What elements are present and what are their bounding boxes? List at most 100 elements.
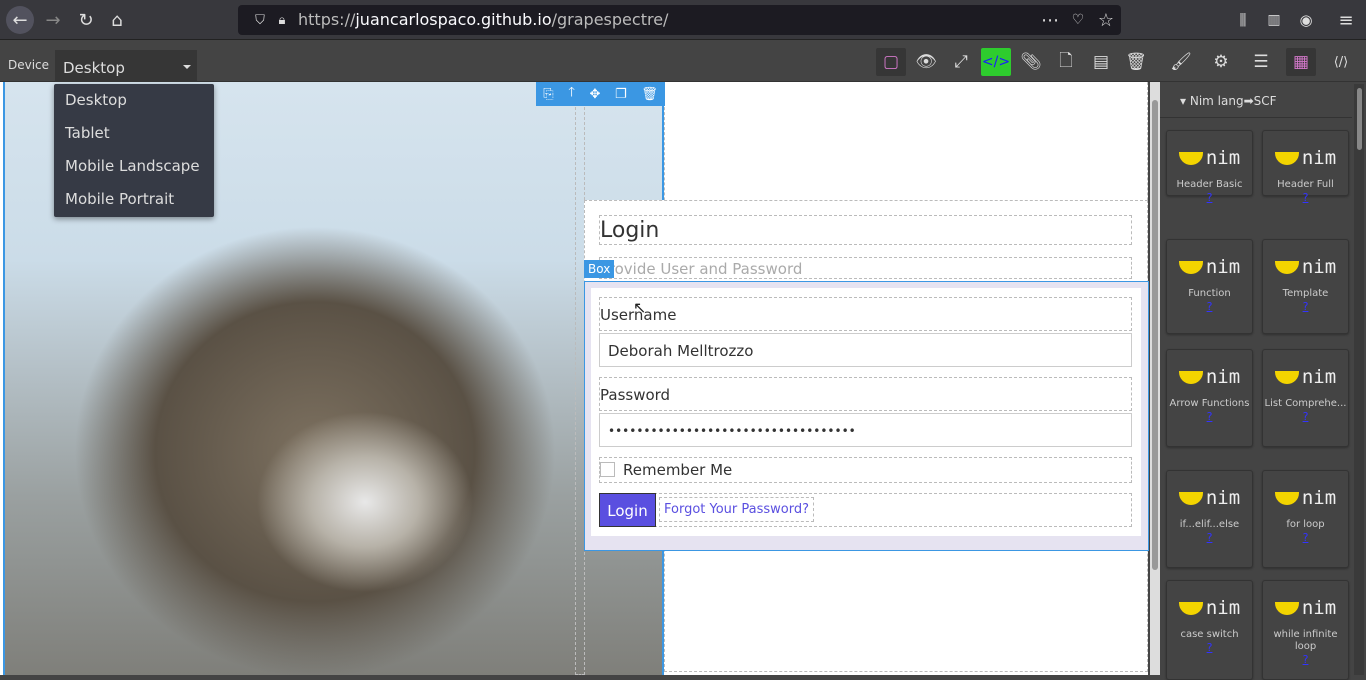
block-item[interactable]: nim Function? xyxy=(1166,239,1253,334)
login-title: Login xyxy=(599,215,1132,245)
preview-eye-icon[interactable]: 👁︎ xyxy=(911,48,941,76)
block-item[interactable]: nim case switch? xyxy=(1166,580,1253,680)
home-icon[interactable]: ⌂ xyxy=(103,6,131,34)
pocket-icon[interactable]: ♡ xyxy=(1064,6,1092,34)
block-category-title[interactable]: ▾ Nim lang➡SCF xyxy=(1160,84,1352,118)
layers-icon[interactable]: ☰ xyxy=(1246,48,1276,76)
component-toolbar: ⎘ 🡑 ✥ ❐ 🗑︎ xyxy=(536,82,665,106)
file-icon[interactable]: 🗋 xyxy=(1051,48,1081,76)
login-subtitle: Provide User and Password xyxy=(599,257,1132,279)
nim-logo-text: nim xyxy=(1205,366,1241,388)
remember-checkbox[interactable] xyxy=(600,462,615,477)
brush-icon[interactable]: 🖌︎ xyxy=(1166,48,1196,76)
nim-logo-text: nim xyxy=(1301,487,1337,509)
sidebar-icon[interactable]: ▥ xyxy=(1260,6,1288,34)
help-link[interactable]: ? xyxy=(1167,641,1252,654)
help-link[interactable]: ? xyxy=(1167,531,1252,544)
more-icon[interactable]: ⋯ xyxy=(1036,6,1064,34)
forward-icon[interactable]: → xyxy=(39,6,67,34)
password-input[interactable]: ••••••••••••••••••••••••••••••••••• xyxy=(599,413,1132,447)
block-label: Template xyxy=(1282,288,1329,299)
block-label: Header Full xyxy=(1277,179,1334,190)
crown-icon xyxy=(1178,370,1203,384)
nim-logo-text: nim xyxy=(1205,487,1241,509)
panel-scroll-thumb[interactable] xyxy=(1357,88,1362,150)
nim-logo-text: nim xyxy=(1205,256,1241,278)
forgot-password-link[interactable]: Forgot Your Password? xyxy=(659,497,815,522)
username-input[interactable]: Deborah Melltrozzo xyxy=(599,333,1132,367)
block-label: Arrow Functions xyxy=(1169,398,1250,409)
block-label: while infinite loop xyxy=(1273,629,1338,652)
nim-logo-icon: nim xyxy=(1263,256,1348,278)
block-label: Header Basic xyxy=(1176,179,1243,190)
username-label: Username xyxy=(599,297,1132,331)
code-file-icon[interactable]: ⟨/⟩ xyxy=(1326,48,1356,76)
crown-icon xyxy=(1274,151,1299,165)
trash-icon[interactable]: 🗑︎ xyxy=(1121,48,1151,76)
block-item[interactable]: nim Template? xyxy=(1262,239,1349,334)
sw-visibility-icon[interactable]: ▢ xyxy=(876,48,906,76)
block-label: if...elif...else xyxy=(1179,519,1240,530)
nim-logo-icon: nim xyxy=(1167,147,1252,169)
help-link[interactable]: ? xyxy=(1167,410,1252,423)
block-item[interactable]: nim Header Basic? xyxy=(1166,130,1253,204)
account-icon[interactable]: ◉ xyxy=(1292,6,1320,34)
code-file-icon[interactable]: ⎘ xyxy=(543,87,553,102)
crown-icon xyxy=(1274,601,1299,615)
blocks-icon[interactable]: ▦ xyxy=(1286,48,1316,76)
url-scheme: https:// xyxy=(298,10,356,29)
block-item[interactable]: nim if...elif...else? xyxy=(1166,470,1253,568)
device-option-mobile-landscape[interactable]: Mobile Landscape xyxy=(54,150,214,183)
help-link[interactable]: ? xyxy=(1263,300,1348,313)
fullscreen-icon[interactable]: ⤢ xyxy=(946,48,976,76)
nim-logo-icon: nim xyxy=(1167,487,1252,509)
mouse-cursor-icon: ↖ xyxy=(633,298,647,317)
crown-icon xyxy=(1274,260,1299,274)
device-option-mobile-portrait[interactable]: Mobile Portrait xyxy=(54,183,214,216)
crown-icon xyxy=(1178,601,1203,615)
block-item[interactable]: nim for loop? xyxy=(1262,470,1349,568)
url-path: /grapespectre/ xyxy=(551,10,669,29)
help-link[interactable]: ? xyxy=(1263,410,1348,423)
clone-icon[interactable]: ❐ xyxy=(615,87,627,102)
nim-logo-icon: nim xyxy=(1263,487,1348,509)
bookmark-star-icon[interactable]: ☆ xyxy=(1092,6,1120,34)
panel-scrollbar[interactable] xyxy=(1354,84,1364,675)
device-option-desktop[interactable]: Desktop xyxy=(54,84,214,117)
library-icon[interactable]: ⫼ xyxy=(1229,6,1257,34)
login-button[interactable]: Login xyxy=(599,493,656,527)
help-link[interactable]: ? xyxy=(1263,531,1348,544)
url-bar[interactable]: https://juancarlospaco.github.io/grapesp… xyxy=(238,5,1121,35)
reload-icon[interactable]: ↻ xyxy=(72,6,100,34)
move-icon[interactable]: ✥ xyxy=(590,87,601,102)
crown-icon xyxy=(1274,370,1299,384)
help-link[interactable]: ? xyxy=(1263,653,1348,666)
block-label: Function xyxy=(1188,288,1231,299)
password-label: Password xyxy=(599,377,1132,411)
device-select[interactable]: Desktop xyxy=(55,50,197,82)
block-item[interactable]: nim Header Full? xyxy=(1262,130,1349,204)
archive-icon[interactable]: ▤ xyxy=(1086,48,1116,76)
menu-icon[interactable]: ≡ xyxy=(1332,6,1360,34)
canvas-scroll-thumb[interactable] xyxy=(1152,100,1158,570)
editor-topbar xyxy=(0,40,1366,82)
device-option-tablet[interactable]: Tablet xyxy=(54,117,214,150)
caret-down-icon: ▾ xyxy=(1180,94,1190,108)
nim-logo-icon: nim xyxy=(1167,366,1252,388)
gear-icon[interactable]: ⚙ xyxy=(1206,48,1236,76)
nim-logo-icon: nim xyxy=(1167,256,1252,278)
help-link[interactable]: ? xyxy=(1167,191,1252,204)
help-link[interactable]: ? xyxy=(1263,191,1348,204)
paperclip-icon[interactable]: 📎︎ xyxy=(1016,48,1046,76)
trash-icon[interactable]: 🗑︎ xyxy=(641,87,658,102)
code-icon[interactable]: </> xyxy=(981,48,1011,76)
back-icon[interactable]: ← xyxy=(6,6,34,34)
block-item[interactable]: nim List Comprehe...? xyxy=(1262,349,1349,447)
crown-icon xyxy=(1274,491,1299,505)
device-label: Device xyxy=(8,58,50,72)
arrow-up-icon[interactable]: 🡑 xyxy=(568,83,575,105)
nim-logo-icon: nim xyxy=(1263,597,1348,619)
block-item[interactable]: nim while infinite loop? xyxy=(1262,580,1349,680)
block-item[interactable]: nim Arrow Functions? xyxy=(1166,349,1253,447)
help-link[interactable]: ? xyxy=(1167,300,1252,313)
